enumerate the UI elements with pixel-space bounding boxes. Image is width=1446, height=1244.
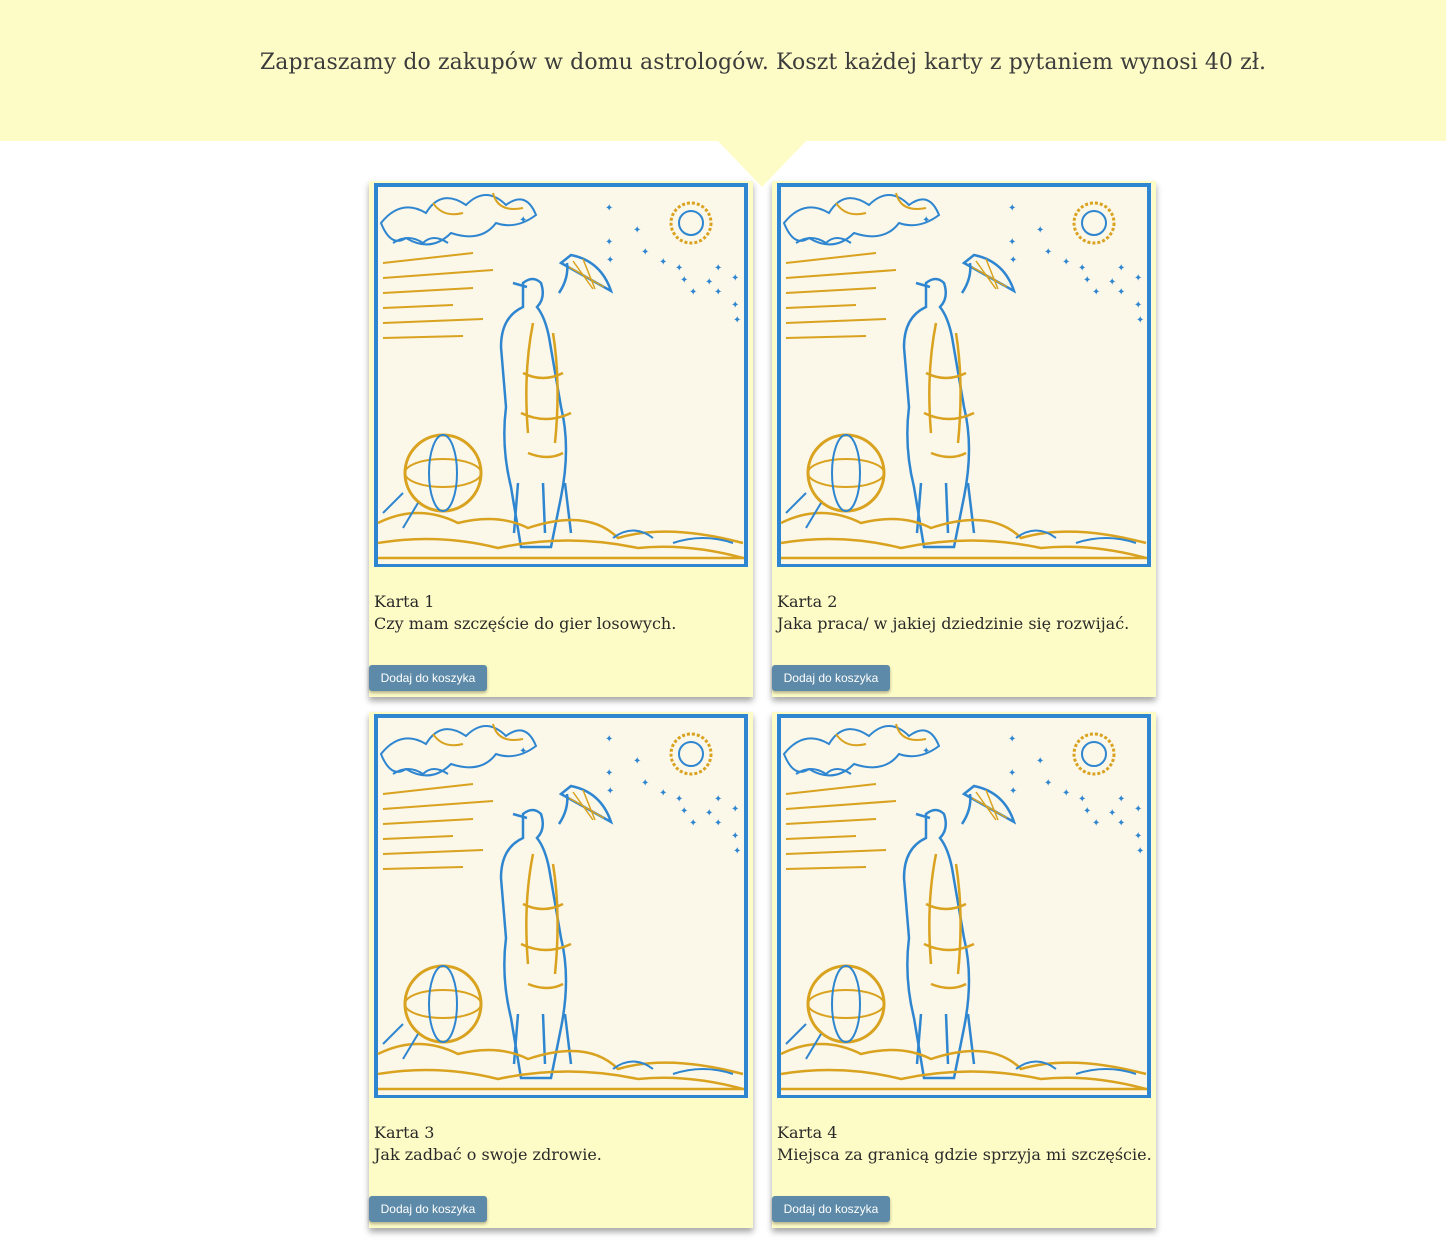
svg-text:✦: ✦	[689, 287, 697, 298]
svg-text:✦: ✦	[731, 273, 739, 284]
svg-text:✦: ✦	[1117, 818, 1125, 829]
card-question: Jaka praca/ w jakiej dziedzinie się rozw…	[777, 614, 1130, 633]
svg-text:✦: ✦	[1134, 831, 1142, 842]
svg-text:✦: ✦	[1009, 786, 1017, 797]
svg-text:✦: ✦	[1134, 804, 1142, 815]
banner-arrow	[718, 141, 806, 187]
svg-text:✦: ✦	[633, 225, 641, 236]
svg-text:✦: ✦	[659, 788, 667, 799]
svg-text:✦: ✦	[519, 215, 527, 226]
card-title: Karta 2	[777, 592, 838, 611]
svg-text:✦: ✦	[680, 275, 688, 286]
svg-text:✦: ✦	[1008, 734, 1016, 745]
svg-text:✦: ✦	[641, 247, 649, 258]
svg-text:✦: ✦	[1078, 263, 1086, 274]
card-question: Jak zadbać o swoje zdrowie.	[374, 1145, 602, 1164]
svg-text:✦: ✦	[605, 768, 613, 779]
banner-text: Zapraszamy do zakupów w domu astrologów.…	[259, 50, 1267, 75]
svg-text:✦: ✦	[1117, 794, 1125, 805]
svg-text:✦: ✦	[1062, 788, 1070, 799]
svg-text:✦: ✦	[731, 831, 739, 842]
svg-text:✦: ✦	[1136, 315, 1144, 326]
svg-text:✦: ✦	[519, 746, 527, 757]
card-title: Karta 4	[777, 1123, 838, 1142]
svg-text:✦: ✦	[1062, 257, 1070, 268]
astrologer-engraving-image: ✦ ✦ ✦ ✦ ✦ ✦ ✦ ✦ ✦ ✦ ✦ ✦ ✦ ✦ ✦ ✦	[373, 714, 749, 1098]
svg-text:✦: ✦	[641, 778, 649, 789]
svg-text:✦: ✦	[1134, 300, 1142, 311]
svg-text:✦: ✦	[1136, 846, 1144, 857]
svg-text:✦: ✦	[1036, 225, 1044, 236]
svg-text:✦: ✦	[1092, 818, 1100, 829]
svg-text:✦: ✦	[1044, 778, 1052, 789]
svg-text:✦: ✦	[731, 804, 739, 815]
svg-text:✦: ✦	[1009, 255, 1017, 266]
add-to-cart-button[interactable]: Dodaj do koszyka	[772, 1196, 890, 1222]
svg-text:✦: ✦	[1044, 247, 1052, 258]
svg-text:✦: ✦	[1134, 273, 1142, 284]
astrologer-engraving-image: ✦ ✦ ✦ ✦ ✦ ✦ ✦ ✦ ✦ ✦ ✦ ✦ ✦ ✦ ✦ ✦	[373, 183, 749, 567]
svg-text:✦: ✦	[1008, 203, 1016, 214]
add-to-cart-button[interactable]: Dodaj do koszyka	[369, 665, 487, 691]
header-banner: Zapraszamy do zakupów w domu astrologów.…	[0, 0, 1446, 141]
astrologer-engraving-image: ✦ ✦ ✦ ✦ ✦ ✦ ✦ ✦ ✦ ✦ ✦ ✦ ✦ ✦ ✦ ✦	[776, 183, 1152, 567]
svg-text:✦: ✦	[733, 315, 741, 326]
card-title: Karta 1	[374, 592, 435, 611]
svg-text:✦: ✦	[605, 237, 613, 248]
svg-text:✦: ✦	[1108, 808, 1116, 819]
card-question: Miejsca za granicą gdzie sprzyja mi szcz…	[777, 1145, 1152, 1164]
svg-text:✦: ✦	[1108, 277, 1116, 288]
svg-text:✦: ✦	[1008, 768, 1016, 779]
svg-text:✦: ✦	[675, 263, 683, 274]
card-question: Czy mam szczęście do gier losowych.	[374, 614, 677, 633]
svg-text:✦: ✦	[705, 277, 713, 288]
card-title: Karta 3	[374, 1123, 435, 1142]
svg-text:✦: ✦	[1117, 263, 1125, 274]
svg-text:✦: ✦	[605, 203, 613, 214]
product-card: ✦ ✦ ✦ ✦ ✦ ✦ ✦ ✦ ✦ ✦ ✦ ✦ ✦ ✦ ✦ ✦ Karta 1 Czy mam szczęśc…	[369, 181, 753, 697]
svg-text:✦: ✦	[659, 257, 667, 268]
svg-text:✦: ✦	[1036, 756, 1044, 767]
svg-text:✦: ✦	[922, 746, 930, 757]
svg-text:✦: ✦	[680, 806, 688, 817]
svg-text:✦: ✦	[1092, 287, 1100, 298]
svg-text:✦: ✦	[714, 818, 722, 829]
svg-text:✦: ✦	[1117, 287, 1125, 298]
svg-text:✦: ✦	[1083, 275, 1091, 286]
svg-text:✦: ✦	[714, 794, 722, 805]
svg-text:✦: ✦	[1008, 237, 1016, 248]
svg-text:✦: ✦	[733, 846, 741, 857]
product-card: ✦ ✦ ✦ ✦ ✦ ✦ ✦ ✦ ✦ ✦ ✦ ✦ ✦ ✦ ✦ ✦ Karta 3 Jak zadbać o sw…	[369, 712, 753, 1228]
svg-text:✦: ✦	[705, 808, 713, 819]
product-card: ✦ ✦ ✦ ✦ ✦ ✦ ✦ ✦ ✦ ✦ ✦ ✦ ✦ ✦ ✦ ✦ Karta 4 Miejsca za gran…	[772, 712, 1156, 1228]
svg-text:✦: ✦	[922, 215, 930, 226]
svg-text:✦: ✦	[633, 756, 641, 767]
astrologer-engraving-image: ✦ ✦ ✦ ✦ ✦ ✦ ✦ ✦ ✦ ✦ ✦ ✦ ✦ ✦ ✦ ✦	[776, 714, 1152, 1098]
add-to-cart-button[interactable]: Dodaj do koszyka	[369, 1196, 487, 1222]
svg-text:✦: ✦	[714, 287, 722, 298]
add-to-cart-button[interactable]: Dodaj do koszyka	[772, 665, 890, 691]
svg-text:✦: ✦	[689, 818, 697, 829]
svg-text:✦: ✦	[605, 734, 613, 745]
svg-text:✦: ✦	[714, 263, 722, 274]
svg-text:✦: ✦	[731, 300, 739, 311]
svg-text:✦: ✦	[1083, 806, 1091, 817]
product-card: ✦ ✦ ✦ ✦ ✦ ✦ ✦ ✦ ✦ ✦ ✦ ✦ ✦ ✦ ✦ ✦ Karta 2 Jaka praca/ w j…	[772, 181, 1156, 697]
svg-text:✦: ✦	[606, 255, 614, 266]
svg-text:✦: ✦	[606, 786, 614, 797]
svg-text:✦: ✦	[1078, 794, 1086, 805]
svg-text:✦: ✦	[675, 794, 683, 805]
